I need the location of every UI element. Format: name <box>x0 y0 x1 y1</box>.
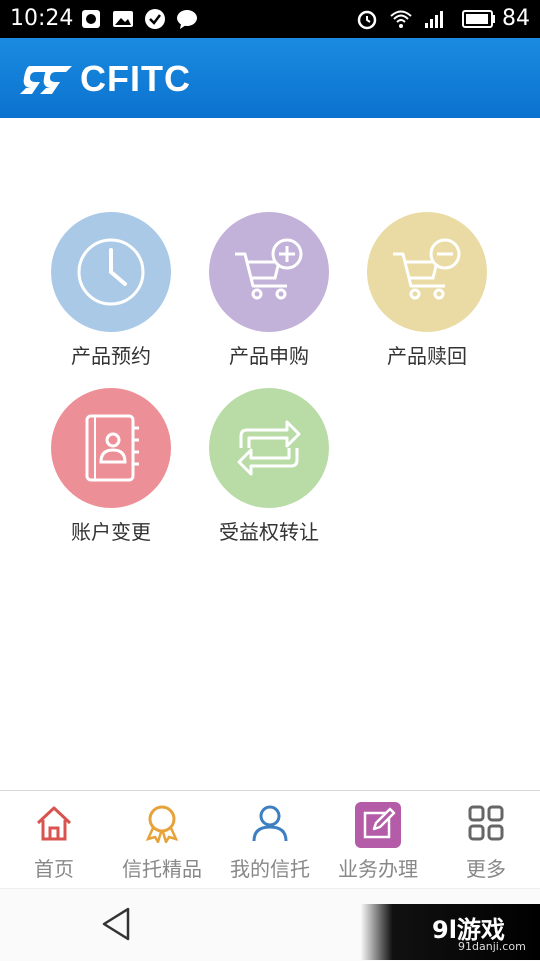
medal-icon <box>145 805 179 843</box>
grid-item-label: 产品申购 <box>229 344 309 368</box>
status-bar: 10:24 84 <box>0 0 540 38</box>
grid-item-circle <box>367 212 487 332</box>
user-icon <box>252 805 288 842</box>
cart-remove-icon <box>393 238 461 300</box>
grid-item-label: 产品预约 <box>71 344 151 368</box>
gallery-icon <box>113 11 133 27</box>
grid-item-product-redeem[interactable]: 产品赎回 <box>348 212 506 369</box>
grid-item-beneficial-transfer[interactable]: 受益权转让 <box>190 388 348 545</box>
tab-trust-products[interactable]: 信托精品 <box>108 791 216 889</box>
grid-item-product-reservation[interactable]: 产品预约 <box>32 212 190 369</box>
grid-item-circle <box>51 212 171 332</box>
signal-icon <box>425 11 443 28</box>
grid-icon <box>468 805 504 841</box>
edit-icon <box>355 802 401 848</box>
alarm-icon <box>357 10 377 30</box>
cart-add-icon <box>235 238 303 300</box>
bottom-tab-bar: 首页 信托精品 我的信托 业务办理 更多 <box>0 790 540 889</box>
notification-icon <box>82 10 100 28</box>
grid-item-label: 产品赎回 <box>387 344 467 368</box>
home-icon <box>36 806 72 841</box>
grid-item-account-change[interactable]: 账户变更 <box>32 388 190 545</box>
tab-label: 首页 <box>34 857 74 881</box>
chat-icon <box>177 10 197 29</box>
app-logo-text: CFITC <box>80 58 191 99</box>
status-time: 10:24 <box>10 6 74 31</box>
cfitc-logo-icon <box>20 66 72 94</box>
address-book-icon <box>85 414 139 482</box>
tab-more[interactable]: 更多 <box>432 791 540 889</box>
wifi-icon <box>390 10 412 28</box>
grid-item-circle <box>209 212 329 332</box>
tab-label: 业务办理 <box>338 857 418 881</box>
grid-item-circle <box>51 388 171 508</box>
watermark-sub: 91danji.com <box>458 940 526 953</box>
tab-label: 我的信托 <box>230 857 310 881</box>
tab-label: 信托精品 <box>122 857 202 881</box>
grid-item-product-subscribe[interactable]: 产品申购 <box>190 212 348 369</box>
tab-home[interactable]: 首页 <box>0 791 108 889</box>
tab-my-trust[interactable]: 我的信托 <box>216 791 324 889</box>
tab-business[interactable]: 业务办理 <box>324 791 432 889</box>
battery-level: 84 <box>502 6 530 31</box>
back-icon[interactable] <box>98 906 134 942</box>
grid-item-circle <box>209 388 329 508</box>
transfer-arrows-icon <box>237 420 301 476</box>
battery-icon <box>462 10 495 28</box>
tab-label: 更多 <box>466 857 506 881</box>
clock-icon <box>77 238 145 306</box>
grid-item-label: 账户变更 <box>71 520 151 544</box>
grid-item-label: 受益权转让 <box>219 520 319 544</box>
check-circle-icon <box>145 9 165 29</box>
watermark: 9l游戏 91danji.com <box>360 904 540 960</box>
